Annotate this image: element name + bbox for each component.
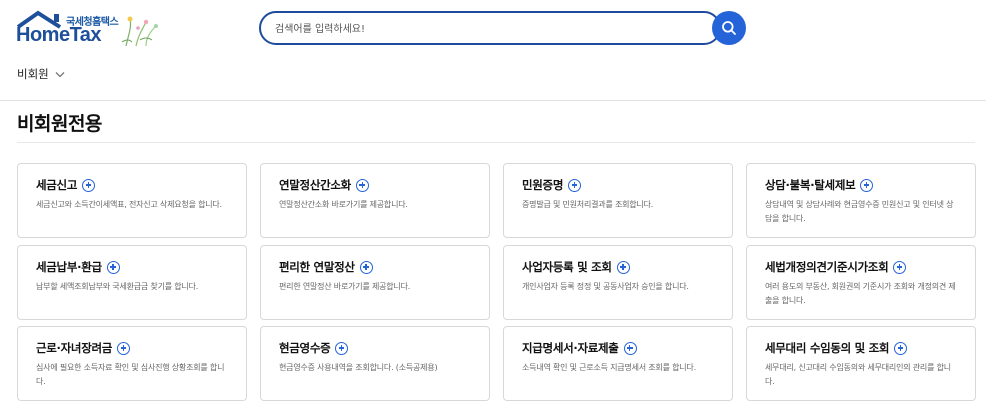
- card-description: 세금신고와 소득간이세액표, 전자신고 삭제요청을 합니다.: [36, 200, 222, 209]
- flower-decoration-icon: [121, 16, 158, 47]
- card-title: 세금신고: [36, 178, 78, 192]
- card-description: 소득내역 확인 및 근로소득 지급명세서 조회를 합니다.: [522, 363, 696, 372]
- plus-circle-icon: [623, 341, 637, 355]
- card-title: 편리한 연말정산: [279, 260, 355, 274]
- search-button[interactable]: [712, 11, 746, 45]
- plus-circle-icon: [82, 178, 96, 192]
- plus-circle-icon: [894, 341, 908, 355]
- card-title: 근로·자녀장려금: [36, 341, 113, 355]
- plus-circle-icon: [106, 260, 120, 274]
- card-tax-agent-consent[interactable]: 세무대리 수임동의 및 조회 세무대리, 신고대리 수임동의와 세무대리인의 관…: [746, 326, 976, 401]
- card-description: 현금영수증 사용내역을 조회합니다. (소득공제용): [279, 363, 438, 372]
- card-title: 지급명세서·자료제출: [522, 341, 619, 355]
- card-year-end-simplified[interactable]: 연말정산간소화 연말정산간소화 바로가기를 제공합니다.: [260, 163, 490, 238]
- card-title: 연말정산간소화: [279, 178, 351, 192]
- card-earned-child-incentive[interactable]: 근로·자녀장려금 심사에 필요한 소득자료 확인 및 심사진행 상황조회를 합니…: [17, 326, 247, 401]
- user-menu[interactable]: 비회원: [17, 66, 65, 82]
- card-tax-filing[interactable]: 세금신고 세금신고와 소득간이세액표, 전자신고 삭제요청을 합니다.: [17, 163, 247, 238]
- plus-circle-icon: [568, 178, 582, 192]
- user-label: 비회원: [17, 67, 49, 81]
- card-title: 세법개정의견기준시가조회: [765, 260, 889, 274]
- card-description: 여러 용도의 부동산, 회원권의 기준시가 조회와 개정의견 제출을 합니다.: [765, 282, 956, 305]
- plus-circle-icon: [355, 178, 369, 192]
- page-title: 비회원전용: [17, 113, 102, 135]
- card-description: 상담내역 및 상담사례와 현금영수증 민원신고 및 인터넷 상담을 합니다.: [765, 200, 954, 223]
- card-description: 편리한 연말정산 바로가기를 제공합니다.: [279, 282, 411, 291]
- card-payment-statement[interactable]: 지급명세서·자료제출 소득내역 확인 및 근로소득 지급명세서 조회를 합니다.: [503, 326, 733, 401]
- plus-circle-icon: [335, 341, 349, 355]
- logo-english-text: HomeTax: [16, 24, 102, 46]
- plus-circle-icon: [616, 260, 630, 274]
- card-description: 연말정산간소화 바로가기를 제공합니다.: [279, 200, 408, 209]
- card-cash-receipt[interactable]: 현금영수증 현금영수증 사용내역을 조회합니다. (소득공제용): [260, 326, 490, 401]
- title-divider: [17, 142, 975, 143]
- plus-circle-icon: [117, 341, 131, 355]
- card-tax-law-standard-price[interactable]: 세법개정의견기준시가조회 여러 용도의 부동산, 회원권의 기준시가 조회와 개…: [746, 245, 976, 320]
- card-title: 세금납부·환급: [36, 260, 102, 274]
- hometax-logo[interactable]: 국세청홈택스 HomeTax: [16, 10, 161, 50]
- header-divider: [0, 100, 986, 101]
- chevron-down-icon: [55, 71, 65, 77]
- card-title: 사업자등록 및 조회: [522, 260, 612, 274]
- card-civil-certificate[interactable]: 민원증명 증명발급 및 민원처리결과를 조회합니다.: [503, 163, 733, 238]
- card-description: 심사에 필요한 소득자료 확인 및 심사진행 상황조회를 합니다.: [36, 363, 225, 386]
- search-input[interactable]: [275, 19, 695, 39]
- search-bar: [259, 11, 721, 45]
- card-description: 세무대리, 신고대리 수임동의와 세무대리인의 관리를 합니다.: [765, 363, 951, 386]
- plus-circle-icon: [359, 260, 373, 274]
- card-title: 민원증명: [522, 178, 564, 192]
- card-description: 납부할 세액조회납부와 국세환급금 찾기를 합니다.: [36, 282, 199, 291]
- card-easy-year-end[interactable]: 편리한 연말정산 편리한 연말정산 바로가기를 제공합니다.: [260, 245, 490, 320]
- card-title: 상담·불복·탈세제보: [765, 178, 856, 192]
- plus-circle-icon: [860, 178, 874, 192]
- card-tax-payment-refund[interactable]: 세금납부·환급 납부할 세액조회납부와 국세환급금 찾기를 합니다.: [17, 245, 247, 320]
- card-description: 증명발급 및 민원처리결과를 조회합니다.: [522, 200, 654, 209]
- card-business-registration[interactable]: 사업자등록 및 조회 개인사업자 등록 정정 및 공동사업자 승인을 합니다.: [503, 245, 733, 320]
- card-consult-appeal-report[interactable]: 상담·불복·탈세제보 상담내역 및 상담사례와 현금영수증 민원신고 및 인터넷…: [746, 163, 976, 238]
- plus-circle-icon: [893, 260, 907, 274]
- card-description: 개인사업자 등록 정정 및 공동사업자 승인을 합니다.: [522, 282, 689, 291]
- card-title: 세무대리 수임동의 및 조회: [765, 341, 890, 355]
- card-title: 현금영수증: [279, 341, 331, 355]
- search-icon: [722, 21, 736, 35]
